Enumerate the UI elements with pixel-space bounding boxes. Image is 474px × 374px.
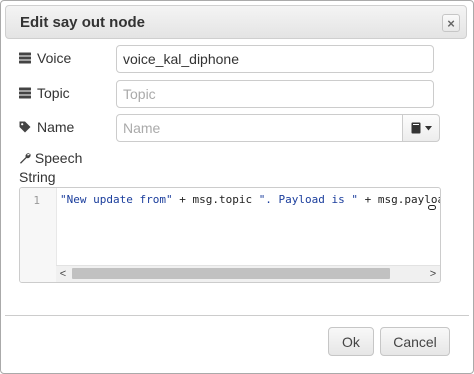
topic-label-row: Topic — [19, 85, 70, 101]
code-line[interactable]: "New update from" + msg.topic ". Payload… — [60, 193, 440, 206]
icon-picker-button[interactable] — [403, 114, 440, 142]
chevron-right-icon: > — [429, 268, 437, 280]
scroll-left-button[interactable]: < — [56, 266, 70, 282]
code-string-token: ". Payload is " — [258, 193, 359, 206]
name-input[interactable] — [116, 114, 403, 142]
code-plain-token: + msg.payload — [364, 193, 440, 206]
topic-input[interactable] — [116, 80, 434, 108]
editor-gutter: 1 — [20, 188, 57, 282]
voice-label-row: Voice — [19, 50, 71, 66]
speech-code-editor[interactable]: 1 "New update from" + msg.topic ". Paylo… — [19, 187, 441, 283]
horizontal-scrollbar[interactable]: < > — [56, 265, 440, 282]
book-icon — [411, 122, 420, 134]
dialog-title: Edit say out node — [20, 14, 146, 31]
list-icon — [19, 52, 31, 64]
voice-input[interactable] — [116, 45, 434, 73]
topic-label: Topic — [37, 85, 70, 101]
close-button[interactable]: × — [442, 14, 460, 32]
chevron-down-icon — [424, 125, 432, 130]
scrollbar-thumb[interactable] — [72, 268, 390, 279]
voice-label: Voice — [37, 50, 72, 66]
speech-label-line1: Speech — [34, 150, 83, 166]
tag-icon — [19, 121, 31, 133]
scroll-right-button[interactable]: > — [426, 266, 440, 282]
speech-label: Speech String — [19, 149, 82, 187]
resize-handle-icon[interactable] — [428, 205, 436, 210]
chevron-left-icon: < — [59, 268, 67, 280]
code-string-token: "New update from" — [60, 193, 173, 206]
cancel-button[interactable]: Cancel — [380, 327, 450, 356]
line-number: 1 — [33, 194, 40, 207]
edit-node-dialog: Edit say out node × Voice Topic Name — [0, 0, 474, 374]
list-icon — [19, 87, 31, 99]
ok-button[interactable]: Ok — [328, 327, 374, 356]
code-plain-token: + msg.topic — [172, 193, 259, 206]
speech-label-line2: String — [19, 169, 56, 185]
name-label: Name — [37, 119, 75, 135]
name-label-row: Name — [19, 119, 74, 135]
dialog-titlebar[interactable]: Edit say out node × — [5, 5, 467, 39]
footer-divider — [5, 315, 469, 316]
close-icon: × — [447, 15, 455, 31]
wrench-icon — [20, 153, 31, 164]
